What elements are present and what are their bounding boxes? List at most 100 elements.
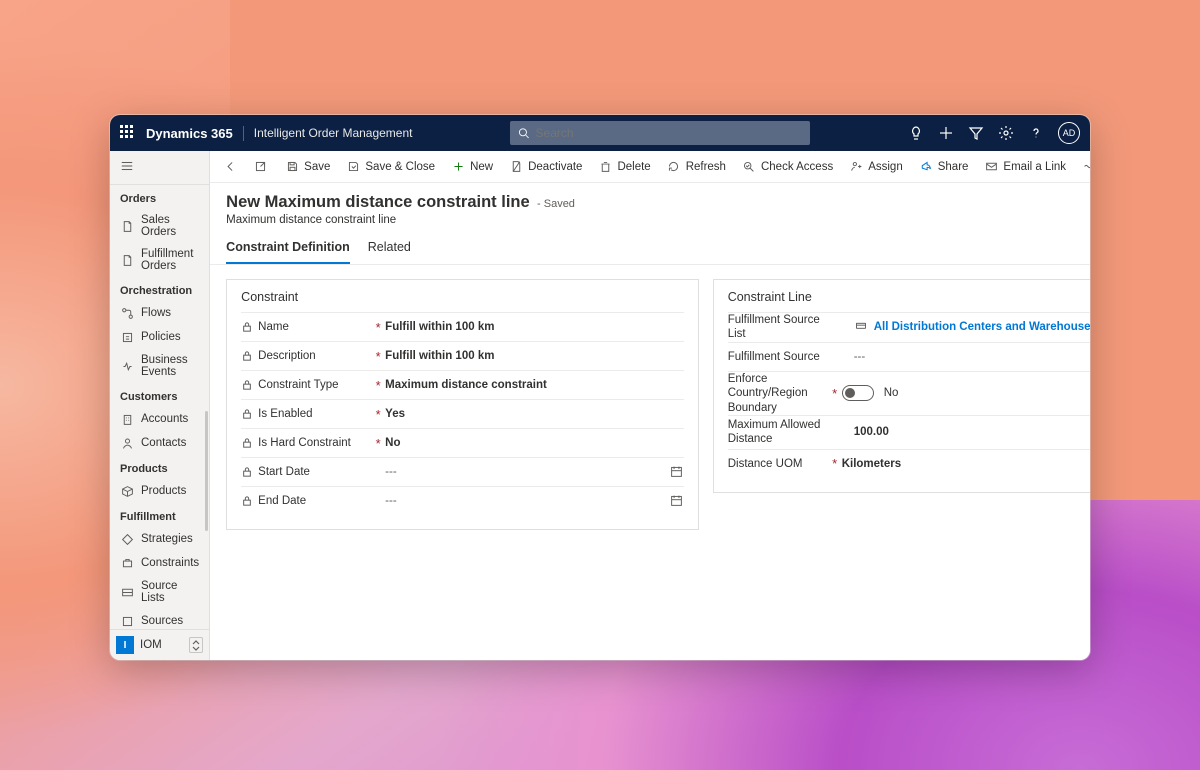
field-value: --- bbox=[854, 351, 1090, 363]
filter-icon[interactable] bbox=[968, 125, 984, 141]
required-indicator: * bbox=[371, 320, 385, 335]
cmd-label: New bbox=[470, 161, 493, 173]
sidebar-item-strategies[interactable]: Strategies bbox=[110, 527, 209, 551]
sidebar-item-constraints[interactable]: Constraints bbox=[110, 551, 209, 575]
back-icon bbox=[223, 160, 237, 174]
save-close-button[interactable]: Save & Close bbox=[339, 156, 442, 178]
refresh-button[interactable]: Refresh bbox=[660, 156, 733, 178]
sidebar-item-sources[interactable]: Sources bbox=[110, 609, 209, 629]
deactivate-button[interactable]: Deactivate bbox=[502, 156, 589, 178]
sidebar-item-label: Sales Orders bbox=[141, 214, 199, 238]
avatar[interactable]: AD bbox=[1058, 122, 1080, 144]
help-icon[interactable] bbox=[1028, 125, 1044, 141]
sidebar-item-label: Constraints bbox=[141, 557, 199, 569]
search-box[interactable] bbox=[510, 121, 810, 145]
email-link-button[interactable]: Email a Link bbox=[977, 156, 1073, 178]
lock-icon bbox=[241, 351, 252, 362]
plus-icon bbox=[451, 160, 465, 174]
tab-related[interactable]: Related bbox=[368, 232, 411, 264]
share-icon bbox=[919, 160, 933, 174]
field-label: Maximum Allowed Distance bbox=[728, 418, 840, 447]
calendar-icon[interactable] bbox=[670, 494, 684, 508]
field-fulfillment-source-list[interactable]: Fulfillment Source List All Distribution… bbox=[728, 312, 1090, 342]
new-button[interactable]: New bbox=[444, 156, 500, 178]
assign-button[interactable]: Assign bbox=[842, 156, 910, 178]
check-access-button[interactable]: Check Access bbox=[735, 156, 840, 178]
sidebar-item-accounts[interactable]: Accounts bbox=[110, 407, 209, 431]
field-constraint-type[interactable]: Constraint Type * Maximum distance const… bbox=[241, 370, 684, 399]
field-label: Fulfillment Source bbox=[728, 351, 820, 363]
sidebar-item-label: Policies bbox=[141, 331, 181, 343]
toggle-switch[interactable] bbox=[842, 385, 874, 401]
tab-constraint-definition[interactable]: Constraint Definition bbox=[226, 232, 350, 264]
page-title: New Maximum distance constraint line bbox=[226, 193, 530, 212]
gear-icon[interactable] bbox=[998, 125, 1014, 141]
field-label: End Date bbox=[258, 495, 306, 507]
field-label: Is Hard Constraint bbox=[258, 437, 351, 449]
back-button[interactable] bbox=[216, 156, 244, 178]
cmd-label: Share bbox=[938, 161, 969, 173]
field-is-hard-constraint[interactable]: Is Hard Constraint * No bbox=[241, 428, 684, 457]
sidebar-area-switcher[interactable]: I IOM bbox=[110, 629, 209, 660]
panel-title: Constraint Line bbox=[728, 290, 1090, 304]
field-value: No bbox=[385, 437, 684, 449]
sidebar-item-label: Products bbox=[141, 485, 186, 497]
field-value: Yes bbox=[385, 408, 684, 420]
sidebar-item-policies[interactable]: Policies bbox=[110, 325, 209, 349]
constraint-icon bbox=[120, 556, 134, 570]
document-icon bbox=[120, 219, 134, 233]
field-name[interactable]: Name * Fulfill within 100 km bbox=[241, 312, 684, 341]
field-label: Name bbox=[258, 321, 289, 333]
sidebar-toggle[interactable] bbox=[110, 151, 209, 185]
sidebar-item-contacts[interactable]: Contacts bbox=[110, 431, 209, 455]
sidebar-item-label: Fulfillment Orders bbox=[141, 248, 199, 272]
sidebar-item-source-lists[interactable]: Source Lists bbox=[110, 575, 209, 609]
save-button[interactable]: Save bbox=[278, 156, 337, 178]
field-enforce-boundary[interactable]: Enforce Country/Region Boundary * No bbox=[728, 371, 1090, 415]
delete-button[interactable]: Delete bbox=[591, 156, 657, 178]
brand-name: Dynamics 365 bbox=[146, 126, 244, 141]
field-description[interactable]: Description * Fulfill within 100 km bbox=[241, 341, 684, 370]
field-label: Distance UOM bbox=[728, 458, 803, 470]
search-input[interactable] bbox=[536, 126, 803, 140]
sidebar-item-label: Contacts bbox=[141, 437, 186, 449]
panel-title: Constraint bbox=[241, 290, 684, 304]
sidebar-item-fulfillment-orders[interactable]: Fulfillment Orders bbox=[110, 243, 209, 277]
sidebar-item-sales-orders[interactable]: Sales Orders bbox=[110, 209, 209, 243]
app-name: Intelligent Order Management bbox=[254, 126, 413, 140]
cmd-label: Delete bbox=[617, 161, 650, 173]
plus-icon[interactable] bbox=[938, 125, 954, 141]
field-max-distance[interactable]: Maximum Allowed Distance 100.00 bbox=[728, 415, 1090, 449]
sidebar-item-label: Sources bbox=[141, 615, 183, 627]
lightbulb-icon[interactable] bbox=[908, 125, 924, 141]
required-indicator: * bbox=[828, 456, 842, 471]
sidebar-item-flows[interactable]: Flows bbox=[110, 301, 209, 325]
field-label: Description bbox=[258, 350, 316, 362]
sidebar-group-fulfillment: Fulfillment bbox=[110, 503, 209, 527]
field-start-date[interactable]: Start Date --- bbox=[241, 457, 684, 486]
field-fulfillment-source[interactable]: Fulfillment Source --- bbox=[728, 342, 1090, 371]
panel-constraint-line: Constraint Line Fulfillment Source List … bbox=[713, 279, 1090, 493]
field-end-date[interactable]: End Date --- bbox=[241, 486, 684, 515]
sidebar-scroll: Orders Sales Orders Fulfillment Orders O… bbox=[110, 185, 209, 629]
area-badge: I bbox=[116, 636, 134, 654]
app-launcher-icon[interactable] bbox=[120, 125, 136, 141]
chevron-updown-icon bbox=[189, 637, 203, 653]
sidebar-scrollbar[interactable] bbox=[205, 411, 208, 531]
lock-icon bbox=[241, 467, 252, 478]
sidebar-item-business-events[interactable]: Business Events bbox=[110, 349, 209, 383]
lock-icon bbox=[241, 496, 252, 507]
person-icon bbox=[120, 436, 134, 450]
share-button[interactable]: Share bbox=[912, 156, 976, 178]
building-icon bbox=[120, 412, 134, 426]
sidebar-item-products[interactable]: Products bbox=[110, 479, 209, 503]
field-value-link[interactable]: All Distribution Centers and Warehouses bbox=[854, 321, 1090, 333]
field-is-enabled[interactable]: Is Enabled * Yes bbox=[241, 399, 684, 428]
form-tabs: Constraint Definition Related bbox=[210, 232, 1090, 265]
open-new-window-button[interactable] bbox=[246, 156, 274, 178]
field-distance-uom[interactable]: Distance UOM * Kilometers bbox=[728, 449, 1090, 478]
flow-button[interactable]: Flow bbox=[1075, 156, 1090, 178]
calendar-icon[interactable] bbox=[670, 465, 684, 479]
lock-icon bbox=[241, 322, 252, 333]
toggle-label: No bbox=[884, 387, 899, 399]
